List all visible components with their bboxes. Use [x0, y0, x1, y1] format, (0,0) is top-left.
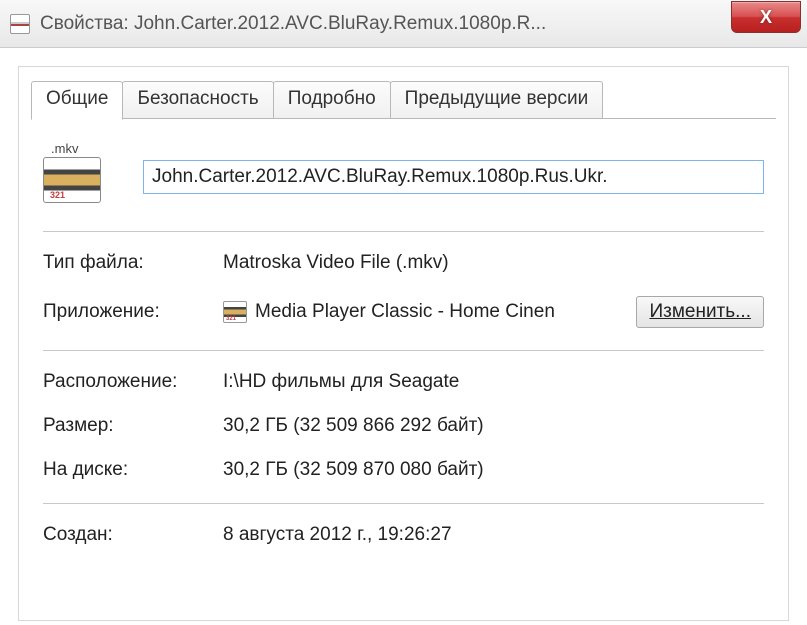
tab-details[interactable]: Подробно — [273, 81, 391, 119]
row-size: Размер: 30,2 ГБ (32 509 866 292 байт) — [43, 415, 764, 437]
row-size-on-disk: На диске: 30,2 ГБ (32 509 870 080 байт) — [43, 459, 764, 481]
value-location: I:\HD фильмы для Seagate — [223, 371, 764, 393]
value-filetype: Matroska Video File (.mkv) — [223, 252, 764, 274]
properties-window: Свойства: John.Carter.2012.AVC.BluRay.Re… — [0, 0, 807, 625]
tab-previous-versions[interactable]: Предыдущие версии — [390, 81, 604, 119]
separator — [43, 231, 764, 232]
row-application: Приложение: Media Player Classic - Home … — [43, 296, 764, 328]
mpc-small-icon — [223, 301, 247, 323]
tab-security[interactable]: Безопасность — [122, 81, 273, 119]
file-type-icon: .mkv — [43, 147, 113, 207]
file-header-row: .mkv — [43, 147, 764, 207]
label-created: Создан: — [43, 524, 223, 546]
application-name: Media Player Classic - Home Cinen — [255, 301, 555, 323]
value-application: Media Player Classic - Home Cinen — [223, 301, 626, 323]
row-filetype: Тип файла: Matroska Video File (.mkv) — [43, 252, 764, 274]
change-button[interactable]: Изменить... — [636, 296, 764, 328]
row-location: Расположение: I:\HD фильмы для Seagate — [43, 371, 764, 393]
label-size-on-disk: На диске: — [43, 459, 223, 481]
label-filetype: Тип файла: — [43, 252, 223, 274]
close-button[interactable]: X — [731, 1, 801, 33]
tab-underline — [31, 118, 776, 119]
client-area: Общие Безопасность Подробно Предыдущие в… — [0, 48, 807, 621]
mpc-icon — [43, 157, 101, 203]
titlebar[interactable]: Свойства: John.Carter.2012.AVC.BluRay.Re… — [0, 0, 807, 48]
dialog-body: Общие Безопасность Подробно Предыдущие в… — [18, 66, 789, 621]
tab-strip: Общие Безопасность Подробно Предыдущие в… — [19, 67, 788, 119]
value-size: 30,2 ГБ (32 509 866 292 байт) — [223, 415, 764, 437]
tab-content-general: .mkv Тип файла: Matroska Video File (.mk… — [19, 119, 788, 546]
file-ext-badge: .mkv — [51, 141, 78, 156]
row-created: Создан: 8 августа 2012 г., 19:26:27 — [43, 524, 764, 546]
label-location: Расположение: — [43, 371, 223, 393]
separator — [43, 503, 764, 504]
label-application: Приложение: — [43, 301, 223, 323]
window-icon — [10, 14, 30, 34]
value-created: 8 августа 2012 г., 19:26:27 — [223, 524, 764, 546]
tab-general[interactable]: Общие — [31, 81, 123, 120]
window-title: Свойства: John.Carter.2012.AVC.BluRay.Re… — [40, 13, 797, 35]
close-icon: X — [760, 7, 772, 28]
separator — [43, 350, 764, 351]
label-size: Размер: — [43, 415, 223, 437]
filename-input[interactable] — [143, 160, 764, 194]
value-size-on-disk: 30,2 ГБ (32 509 870 080 байт) — [223, 459, 764, 481]
